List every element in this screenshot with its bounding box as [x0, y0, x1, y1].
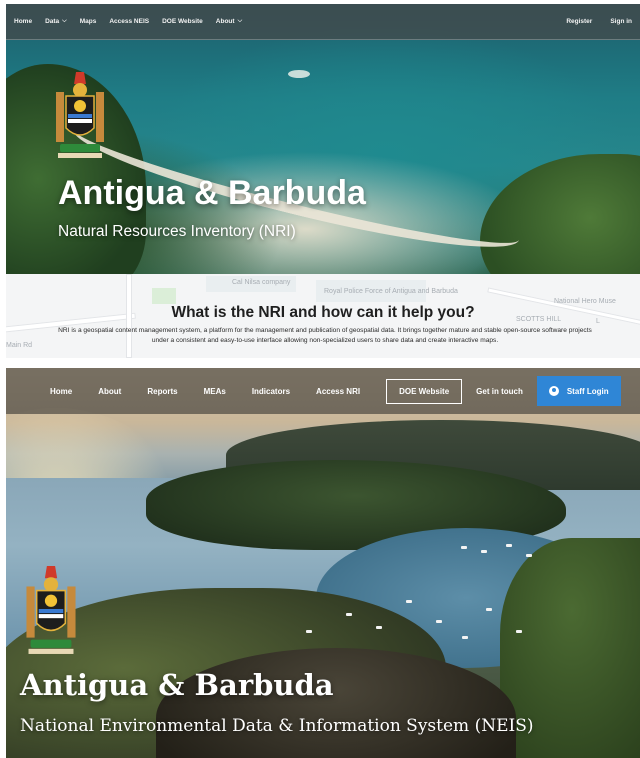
- wave-band: [38, 608, 64, 614]
- nav-about[interactable]: About ⌵: [216, 18, 242, 25]
- chevron-down-icon: ⌵: [62, 18, 67, 24]
- wave-band: [68, 114, 92, 118]
- boat: [462, 636, 468, 639]
- nav-doe-website[interactable]: DOE Website: [162, 18, 203, 25]
- nav-indicators[interactable]: Indicators: [252, 387, 290, 396]
- nri-intro-heading: What is the NRI and how can it help you?: [171, 304, 475, 321]
- signin-link[interactable]: Sign in: [610, 18, 632, 25]
- nri-intro-body: NRI is a geospatial content management s…: [58, 327, 592, 344]
- map-label: Cal Nilsa company: [232, 279, 291, 286]
- crest-flame: [44, 566, 58, 579]
- coastline-right: [480, 154, 640, 274]
- boat: [406, 600, 412, 603]
- wave-band-white: [38, 614, 64, 619]
- neis-navbar: Home About Reports MEAs Indicators Acces…: [6, 368, 640, 414]
- map-label: Royal Police Force of Antigua and Barbud…: [324, 288, 458, 295]
- wave-band-white: [68, 119, 92, 123]
- mound: [30, 639, 72, 648]
- nav-data-label: Data: [45, 18, 60, 25]
- supporter-left: [26, 586, 35, 638]
- map-label: Main Rd: [6, 342, 33, 349]
- nav-data[interactable]: Data ⌵: [45, 18, 67, 25]
- motto-scroll: [28, 648, 74, 654]
- coat-of-arms-icon: [26, 566, 76, 654]
- sun: [74, 100, 86, 112]
- motto-scroll: [58, 153, 102, 158]
- nav-get-in-touch[interactable]: Get in touch: [476, 387, 523, 396]
- register-link[interactable]: Register: [566, 18, 592, 25]
- nav-access-neis[interactable]: Access NEIS: [109, 18, 149, 25]
- nav-doe-website[interactable]: DOE Website: [386, 378, 463, 404]
- nav-maps[interactable]: Maps: [80, 18, 97, 25]
- chevron-down-icon: ⌵: [237, 18, 243, 24]
- nri-screenshot: Home Data ⌵ Maps Access NEIS DOE Website …: [6, 4, 640, 358]
- map-park: [152, 288, 176, 304]
- boat: [376, 626, 382, 629]
- boat: [506, 544, 512, 547]
- boat: [526, 554, 532, 557]
- crest-helm: [73, 83, 87, 97]
- boat: [481, 550, 487, 553]
- neis-screenshot: Home About Reports MEAs Indicators Acces…: [6, 368, 640, 758]
- crest-helm: [43, 577, 59, 592]
- supporter-right: [67, 586, 76, 638]
- nri-hero-subtitle: Natural Resources Inventory (NRI): [58, 223, 296, 240]
- neis-hero-title: Antigua & Barbuda: [20, 668, 334, 702]
- crest-flame: [74, 72, 86, 84]
- boat: [486, 608, 492, 611]
- staff-login-label: Staff Login: [566, 386, 609, 396]
- supporter-right: [96, 92, 104, 142]
- boat: [346, 613, 352, 616]
- boat: [306, 630, 312, 633]
- nav-reports[interactable]: Reports: [147, 387, 177, 396]
- nri-hero-title: Antigua & Barbuda: [58, 174, 366, 212]
- nav-home[interactable]: Home: [14, 18, 32, 25]
- sun: [44, 594, 58, 607]
- boat: [516, 630, 522, 633]
- nav-access-nri[interactable]: Access NRI: [316, 387, 360, 396]
- nri-navbar: Home Data ⌵ Maps Access NEIS DOE Website …: [6, 4, 640, 40]
- mound: [60, 144, 100, 152]
- staff-login-button[interactable]: Staff Login: [536, 376, 621, 406]
- nav-home[interactable]: Home: [50, 387, 72, 396]
- nav-meas[interactable]: MEAs: [204, 387, 226, 396]
- supporter-left: [56, 92, 64, 142]
- neis-hero-subtitle: National Environmental Data & Informatio…: [20, 716, 534, 736]
- boat: [436, 620, 442, 623]
- rock-islet: [288, 70, 310, 78]
- boat: [461, 546, 467, 549]
- coat-of-arms-icon: [56, 72, 104, 158]
- nav-about[interactable]: About: [98, 387, 121, 396]
- nav-about-label: About: [215, 18, 235, 25]
- user-icon: [548, 386, 559, 396]
